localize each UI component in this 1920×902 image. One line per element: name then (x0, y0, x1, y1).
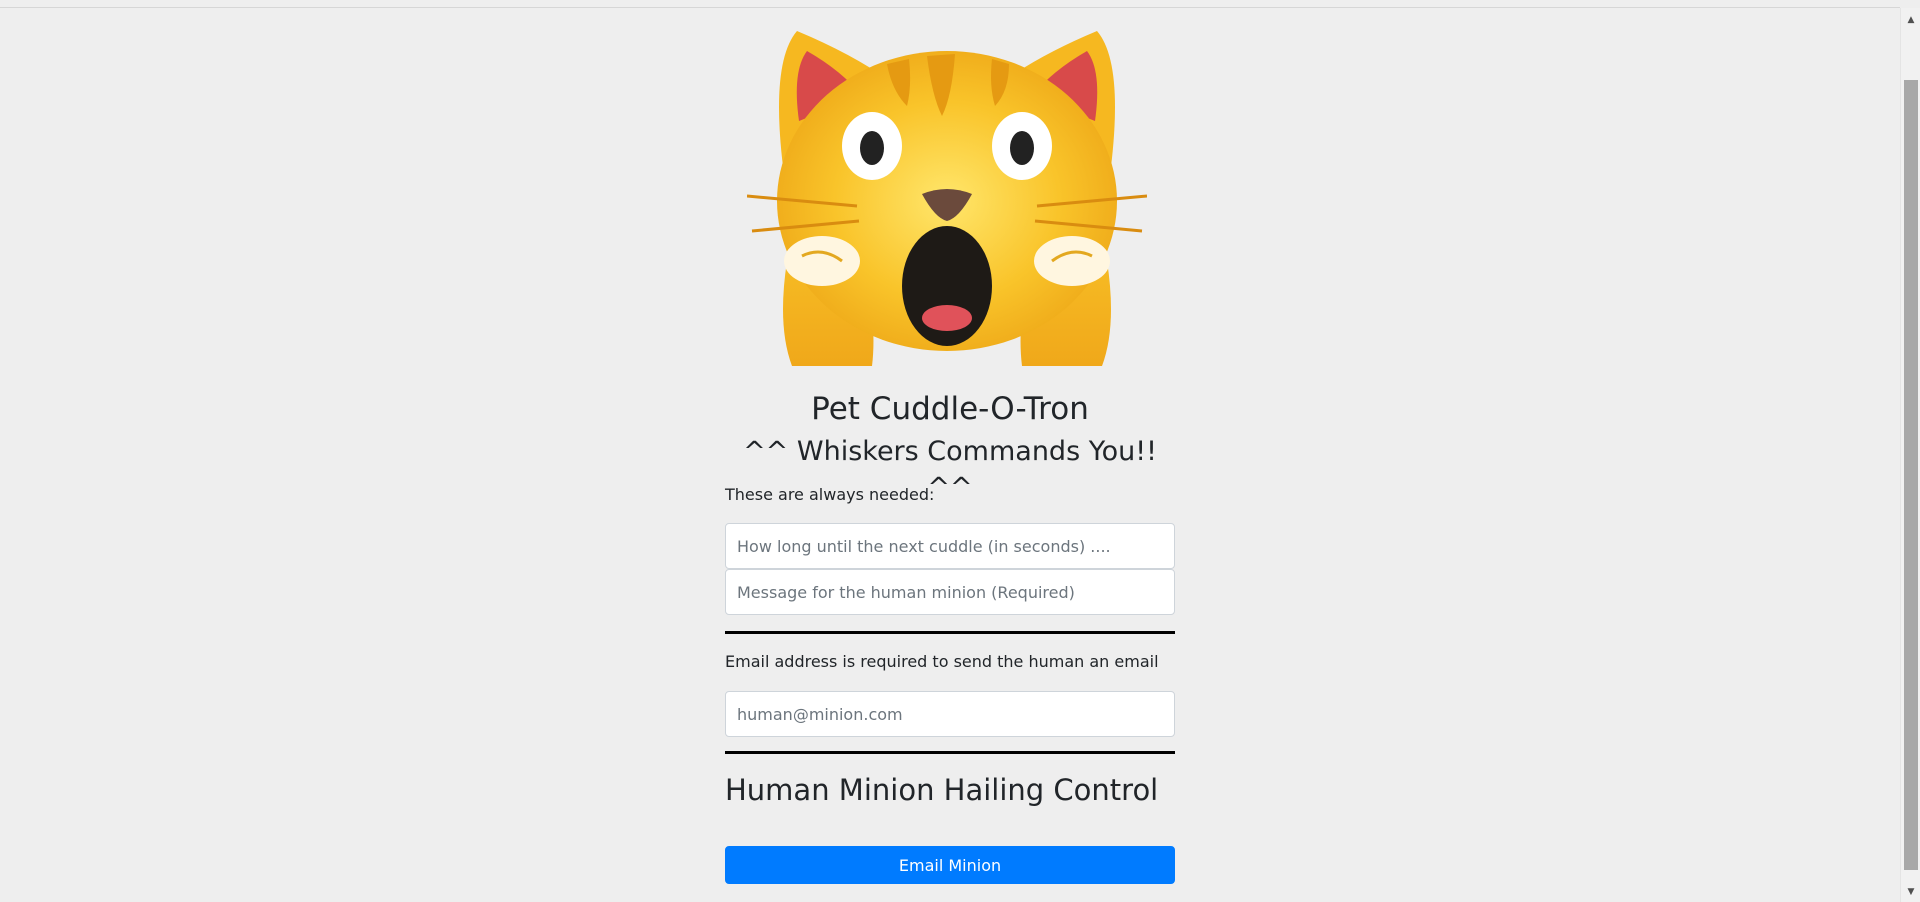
page-title: Pet Cuddle-O-Tron (811, 391, 1089, 427)
scroll-up-arrow-icon[interactable]: ▲ (1901, 12, 1920, 28)
cuddle-seconds-input[interactable] (725, 523, 1175, 569)
vertical-scrollbar[interactable]: ▲ ▼ (1900, 8, 1920, 902)
divider (725, 751, 1175, 754)
always-needed-label: These are always needed: (725, 485, 935, 504)
scrollbar-thumb[interactable] (1904, 80, 1918, 870)
shocked-cat-icon (747, 31, 1147, 366)
email-minion-button[interactable]: Email Minion (725, 846, 1175, 884)
browser-top-edge (0, 0, 1900, 8)
email-input[interactable] (725, 691, 1175, 737)
section-title: Human Minion Hailing Control (725, 773, 1159, 807)
message-input[interactable] (725, 569, 1175, 615)
email-required-label: Email address is required to send the hu… (725, 652, 1159, 671)
page: Pet Cuddle-O-Tron ^^ Whiskers Commands Y… (0, 8, 1900, 902)
scroll-down-arrow-icon[interactable]: ▼ (1901, 884, 1920, 900)
divider (725, 631, 1175, 634)
